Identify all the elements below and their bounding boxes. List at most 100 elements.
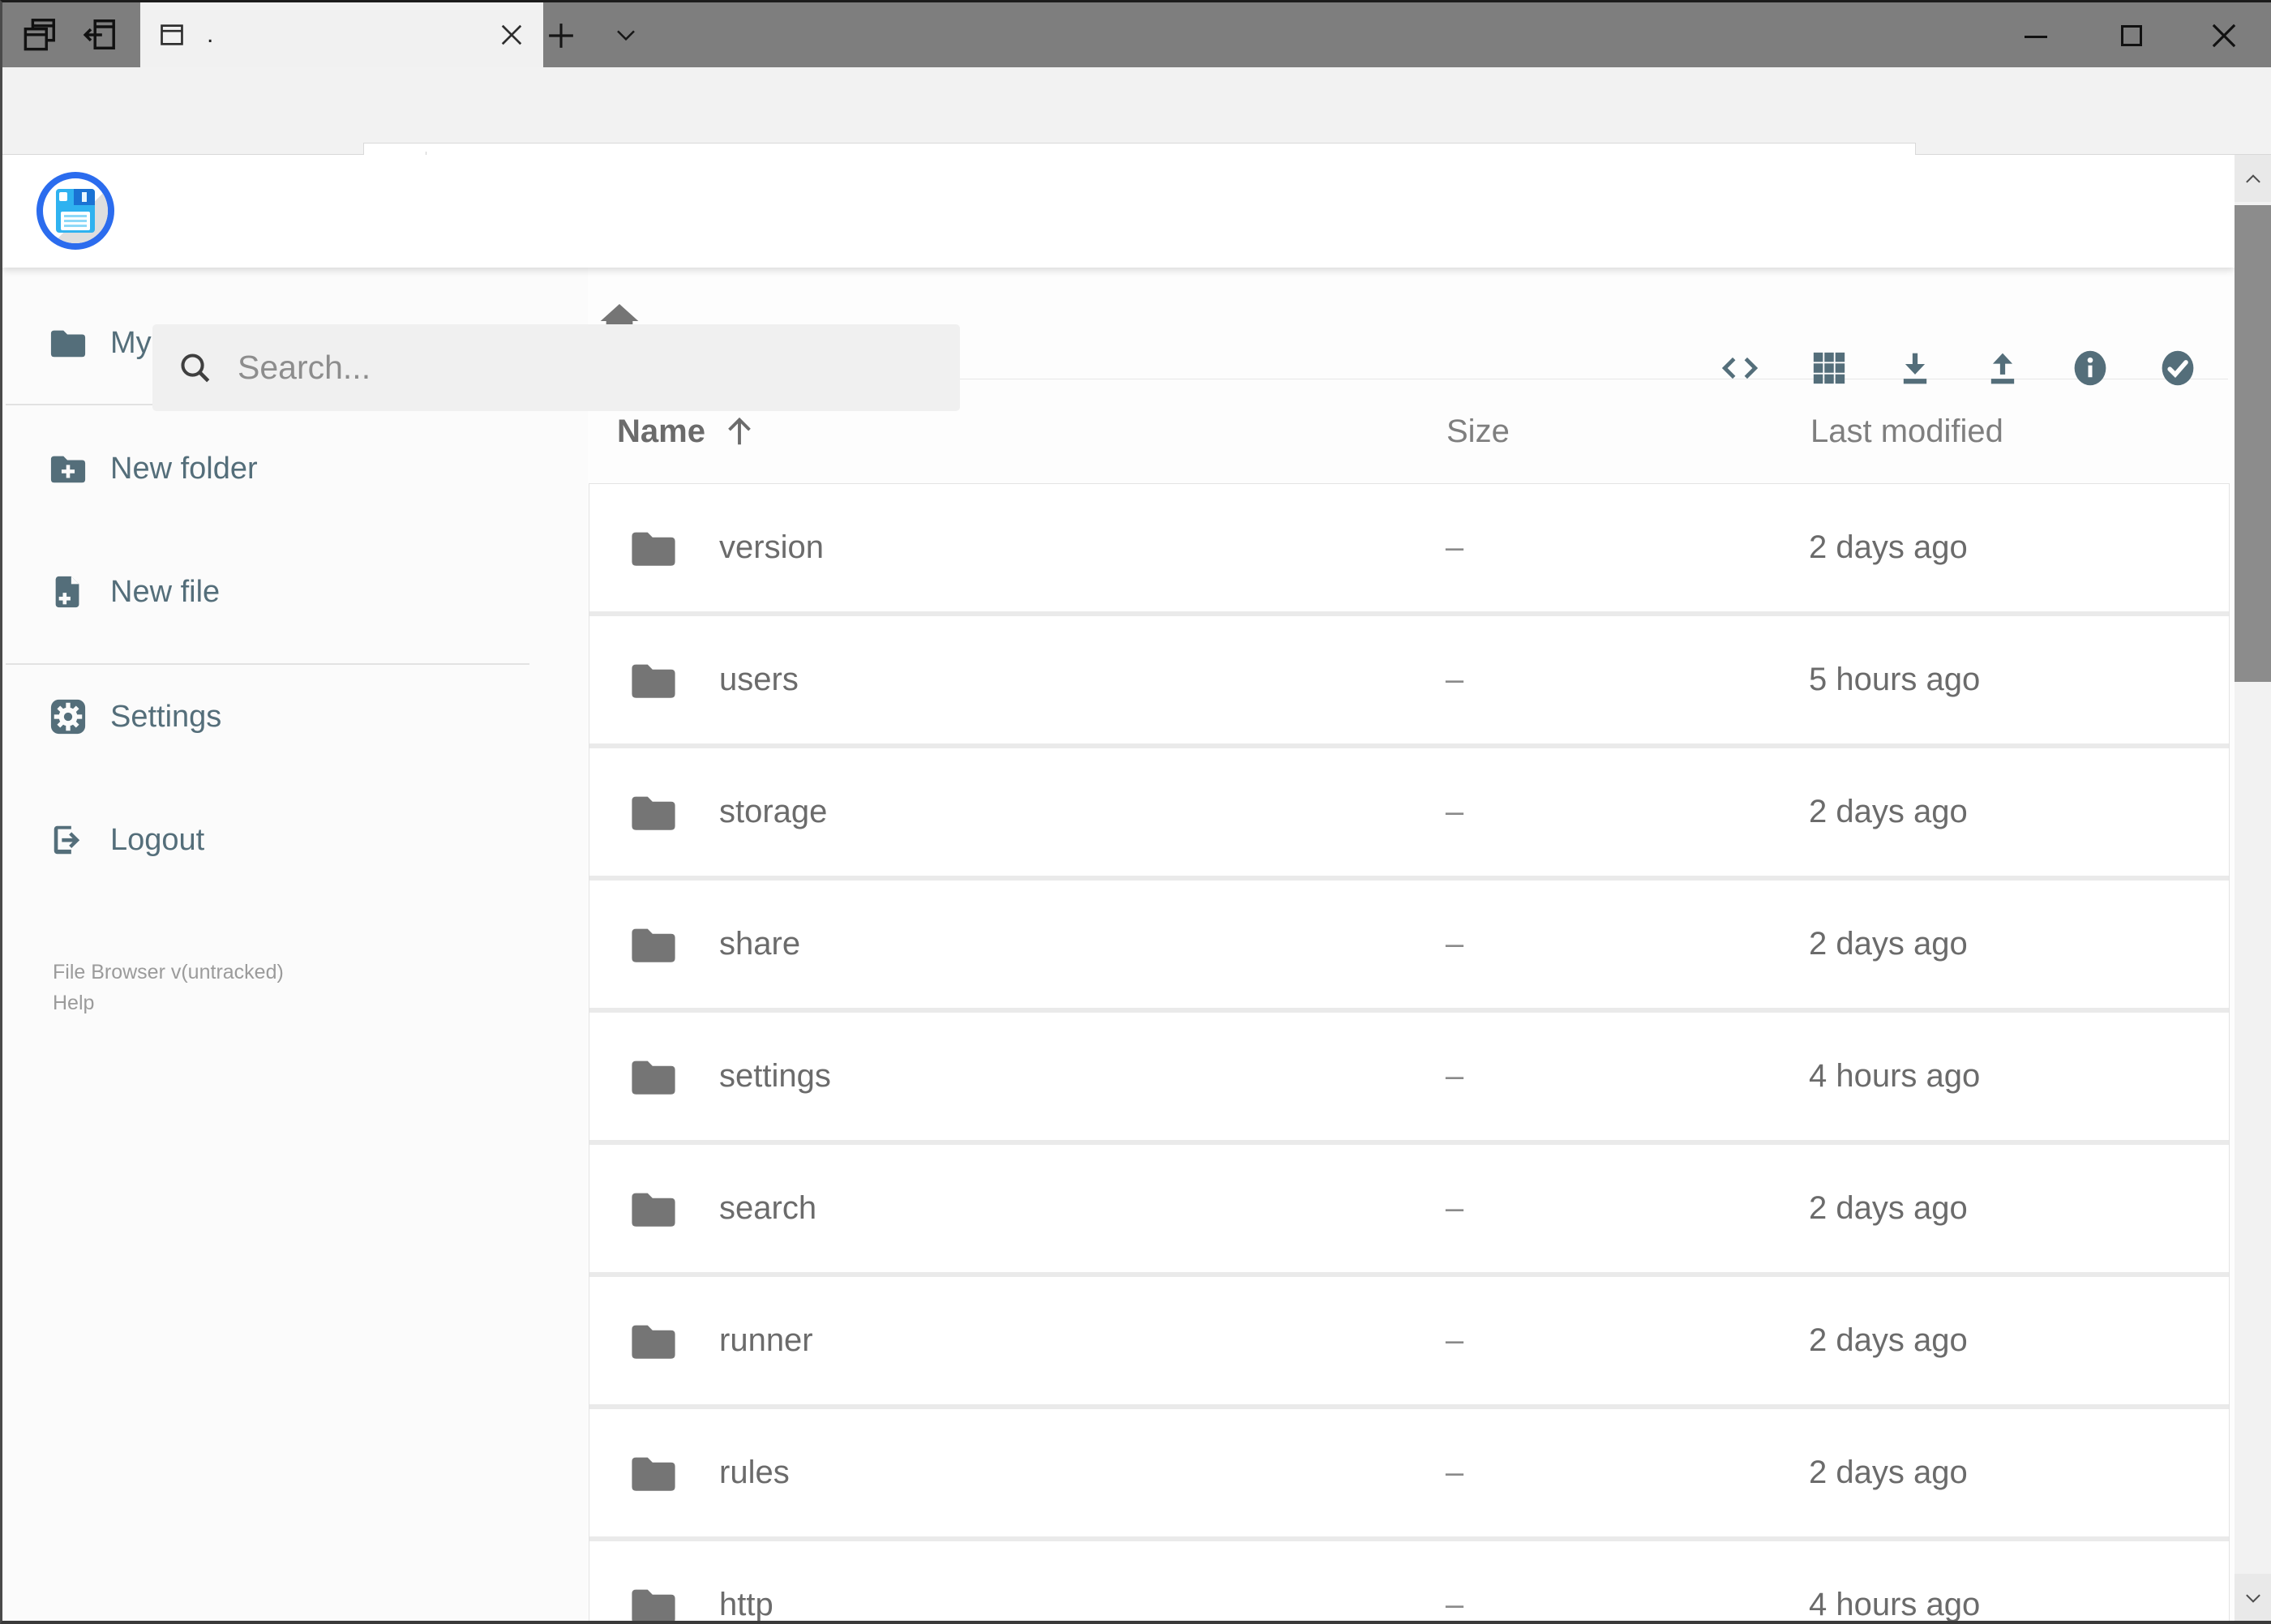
- code-view-button[interactable]: [1720, 348, 1760, 388]
- file-name: runner: [719, 1322, 813, 1358]
- sidebar: My files New folder New file Settings: [2, 268, 588, 1621]
- file-size: –: [1445, 1058, 1464, 1094]
- listing-card: version – 2 days ago users – 5 hours ago…: [589, 483, 2230, 1621]
- search-icon: [177, 349, 214, 387]
- file-size: –: [1445, 662, 1464, 697]
- folder-icon: [630, 1053, 677, 1100]
- info-icon: [2070, 348, 2110, 388]
- file-size: –: [1445, 794, 1464, 829]
- sidebar-item-new-file[interactable]: New file: [2, 567, 588, 617]
- file-browser-logo[interactable]: [36, 172, 114, 250]
- file-modified: 5 hours ago: [1809, 662, 1981, 697]
- tabs-preview-icon: [21, 16, 58, 54]
- minimize-button[interactable]: [2019, 19, 2053, 53]
- folder-icon: [630, 1450, 677, 1497]
- folder-icon: [630, 1318, 677, 1365]
- logout-icon: [49, 821, 87, 859]
- sidebar-item-label: Settings: [110, 700, 222, 734]
- tab-close-icon[interactable]: [497, 20, 526, 49]
- file-name: users: [719, 662, 799, 697]
- divider: [6, 663, 529, 665]
- folder-icon: [630, 525, 677, 572]
- set-tabs-aside-button[interactable]: [80, 16, 118, 54]
- navigation-toolbar: filebrowser.web/files/: [2, 67, 2271, 209]
- minimize-icon: [2025, 36, 2047, 38]
- settings-icon: [49, 698, 87, 735]
- table-row[interactable]: http – 4 hours ago: [589, 1541, 2229, 1621]
- new-file-icon: [49, 573, 87, 611]
- floppy-tab: [59, 192, 67, 202]
- file-size: –: [1445, 1587, 1464, 1621]
- file-size: –: [1445, 926, 1464, 962]
- table-row[interactable]: rules – 2 days ago: [589, 1409, 2229, 1536]
- file-modified: 2 days ago: [1809, 1322, 1968, 1358]
- version-text: File Browser v(untracked): [53, 961, 284, 983]
- file-name: settings: [719, 1058, 831, 1094]
- folder-icon: [630, 1582, 677, 1621]
- table-row[interactable]: storage – 2 days ago: [589, 748, 2229, 876]
- sidebar-item-settings[interactable]: Settings: [2, 692, 588, 742]
- close-button[interactable]: [2207, 19, 2241, 53]
- grid-icon: [1809, 349, 1849, 387]
- table-row[interactable]: users – 5 hours ago: [589, 616, 2229, 743]
- page-icon: [158, 21, 186, 49]
- table-row[interactable]: settings – 4 hours ago: [589, 1013, 2229, 1140]
- column-header-name[interactable]: Name: [617, 412, 705, 451]
- folder-icon: [630, 657, 677, 704]
- file-modified: 4 hours ago: [1809, 1587, 1981, 1621]
- new-folder-icon: [49, 450, 87, 487]
- file-size: –: [1445, 1455, 1464, 1490]
- folder-icon: [630, 1185, 677, 1232]
- upload-icon: [1982, 348, 2023, 388]
- upload-button[interactable]: [1982, 348, 2023, 388]
- tabs-preview-button[interactable]: [21, 16, 58, 54]
- file-browser-page: My files New folder New file Settings: [2, 155, 2235, 1621]
- scroll-down-button[interactable]: [2235, 1574, 2271, 1621]
- help-link[interactable]: Help: [53, 988, 94, 1018]
- maximize-button[interactable]: [2115, 19, 2149, 53]
- code-icon: [1720, 348, 1760, 388]
- table-row[interactable]: share – 2 days ago: [589, 881, 2229, 1008]
- scrollbar[interactable]: [2235, 155, 2271, 1621]
- file-size: –: [1445, 529, 1464, 565]
- file-size: –: [1445, 1190, 1464, 1226]
- column-header-size[interactable]: Size: [1446, 412, 1510, 451]
- sidebar-item-label: New folder: [110, 452, 258, 486]
- sort-ascending-icon: [721, 413, 758, 450]
- column-header-modified[interactable]: Last modified: [1810, 412, 2003, 451]
- file-modified: 2 days ago: [1809, 529, 1968, 565]
- sidebar-item-new-folder[interactable]: New folder: [2, 443, 588, 494]
- table-row[interactable]: version – 2 days ago: [589, 484, 2229, 611]
- floppy-shutter: [74, 189, 95, 205]
- file-size: –: [1445, 1322, 1464, 1358]
- content-area: My files New folder New file Settings: [2, 268, 2235, 1621]
- scroll-thumb[interactable]: [2235, 205, 2271, 682]
- file-name: storage: [719, 794, 828, 829]
- table-row[interactable]: search – 2 days ago: [589, 1145, 2229, 1272]
- plus-icon: [544, 19, 578, 53]
- folder-icon: [630, 921, 677, 968]
- tab-list-dropdown[interactable]: [609, 22, 643, 51]
- file-name: search: [719, 1190, 817, 1226]
- chevron-down-icon: [609, 22, 643, 48]
- file-modified: 2 days ago: [1809, 1190, 1968, 1226]
- tab-title: .: [207, 21, 214, 48]
- file-name: share: [719, 926, 801, 962]
- table-row[interactable]: runner – 2 days ago: [589, 1277, 2229, 1404]
- file-name: rules: [719, 1455, 790, 1490]
- sidebar-item-label: Logout: [110, 823, 205, 857]
- search-input[interactable]: [238, 324, 935, 411]
- info-button[interactable]: [2070, 348, 2110, 388]
- download-button[interactable]: [1895, 348, 1935, 388]
- select-multiple-button[interactable]: [2157, 348, 2198, 388]
- scroll-up-button[interactable]: [2235, 155, 2271, 202]
- list-header: Name Size Last modified: [588, 412, 2235, 451]
- search-bar[interactable]: [152, 324, 960, 411]
- file-modified: 4 hours ago: [1809, 1058, 1981, 1094]
- grid-view-button[interactable]: [1809, 348, 1849, 388]
- browser-tab[interactable]: .: [140, 2, 543, 67]
- browser-window: . filebrowser.web/files/: [0, 0, 2271, 1624]
- new-tab-button[interactable]: [544, 19, 578, 53]
- file-modified: 2 days ago: [1809, 1455, 1968, 1490]
- sidebar-item-logout[interactable]: Logout: [2, 815, 588, 865]
